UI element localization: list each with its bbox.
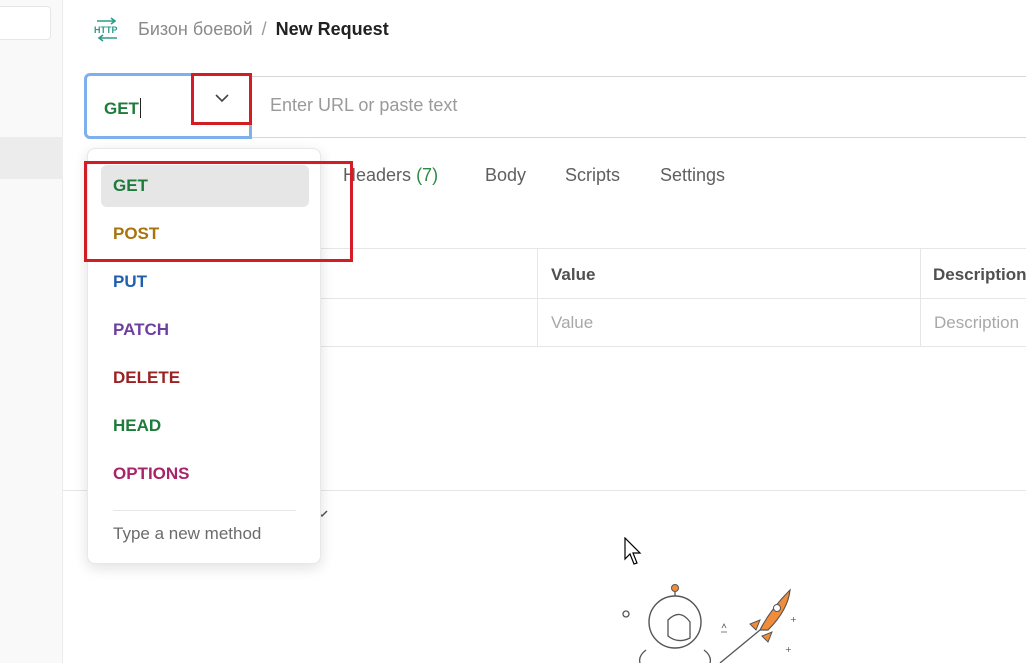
column-header-value: Value [551,265,596,284]
params-table: Value Description Value Description [320,248,1026,347]
svg-text:HTTP: HTTP [94,25,118,35]
breadcrumb-collection[interactable]: Бизон боевой [138,19,253,40]
highlight-annotation [84,161,353,262]
tab-settings[interactable]: Settings [660,165,725,186]
mouse-pointer-icon [624,536,644,572]
sidebar-search-field[interactable] [0,6,51,40]
sidebar [0,0,63,663]
method-option-head[interactable]: HEAD [101,405,309,447]
method-option-options[interactable]: OPTIONS [101,453,309,495]
page-title[interactable]: New Request [276,19,389,40]
tab-headers[interactable]: Headers (7) [343,165,438,186]
http-icon: HTTP [93,16,121,42]
svg-text:+: + [790,615,797,624]
breadcrumb: HTTP Бизон боевой / New Request [93,14,389,44]
method-option-put[interactable]: PUT [101,261,309,303]
method-option-delete[interactable]: DELETE [101,357,309,399]
param-description-input[interactable]: Description [934,313,1019,333]
headers-count-badge: (7) [416,165,439,185]
param-value-input[interactable]: Value [551,313,593,333]
method-option-patch[interactable]: PATCH [101,309,309,351]
text-caret [139,98,141,118]
custom-method-input[interactable]: Type a new method [113,524,261,544]
dropdown-divider [113,510,296,511]
url-input[interactable] [270,95,970,116]
breadcrumb-separator: / [261,18,267,39]
sidebar-active-item[interactable] [0,137,62,179]
chevron-down-icon [214,90,229,108]
tab-scripts[interactable]: Scripts [565,165,620,186]
url-field-container [252,76,1026,138]
empty-state-illustration: + + [610,580,810,663]
method-value[interactable]: GET [104,98,141,119]
request-url-bar: GET [84,73,1026,139]
table-column-divider [537,249,538,347]
method-dropdown-toggle[interactable] [191,73,252,125]
tab-body[interactable]: Body [485,165,526,186]
column-header-description: Description [933,265,1026,284]
svg-text:+: + [785,645,792,654]
table-column-divider [920,249,921,347]
